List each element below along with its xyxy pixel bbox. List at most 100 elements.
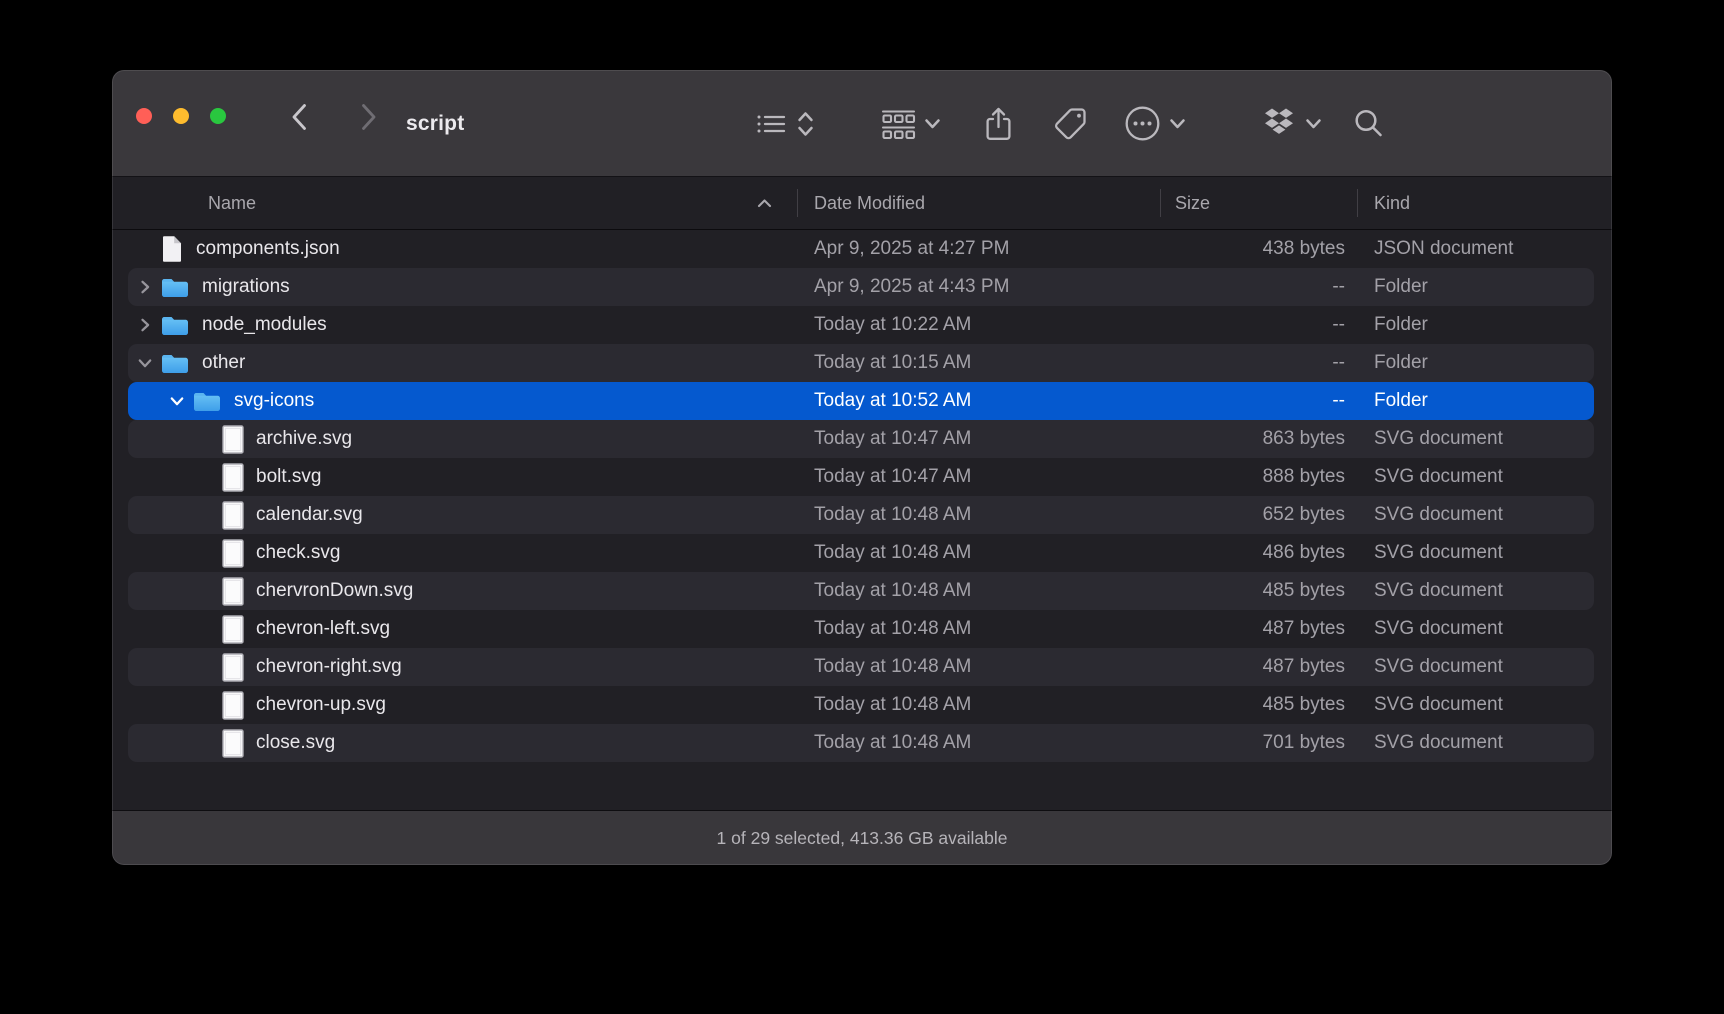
table-row[interactable]: bolt.svg Today at 10:47 AM 888 bytes SVG…: [112, 458, 1612, 496]
file-size: 652 bytes: [1160, 504, 1357, 526]
svg-document-icon: [222, 425, 244, 454]
file-kind: SVG document: [1357, 656, 1612, 678]
file-date-modified: Apr 9, 2025 at 4:27 PM: [797, 238, 1160, 260]
json-document-icon: [160, 235, 184, 264]
file-date-modified: Today at 10:48 AM: [797, 542, 1160, 564]
tags-button[interactable]: [1052, 106, 1089, 141]
title-bar[interactable]: script: [112, 70, 1612, 177]
file-kind: SVG document: [1357, 466, 1612, 488]
file-name: archive.svg: [256, 428, 352, 450]
folder-icon: [160, 351, 190, 375]
search-button[interactable]: [1352, 107, 1385, 140]
file-date-modified: Today at 10:47 AM: [797, 466, 1160, 488]
column-header-name[interactable]: Name: [112, 177, 797, 229]
table-row[interactable]: check.svg Today at 10:48 AM 486 bytes SV…: [112, 534, 1612, 572]
disclosure-triangle[interactable]: [134, 352, 156, 374]
desktop-background: script: [0, 0, 1724, 1014]
table-row[interactable]: close.svg Today at 10:48 AM 701 bytes SV…: [112, 724, 1612, 762]
column-header-kind[interactable]: Kind: [1357, 193, 1612, 214]
column-divider[interactable]: [797, 189, 798, 217]
table-row[interactable]: migrations Apr 9, 2025 at 4:43 PM -- Fol…: [112, 268, 1612, 306]
file-kind: SVG document: [1357, 618, 1612, 640]
forward-button[interactable]: [356, 101, 380, 138]
traffic-lights: [136, 108, 226, 124]
folder-icon: [160, 275, 190, 299]
svg-document-icon: [222, 729, 244, 758]
svg-document-icon: [222, 501, 244, 530]
dropbox-button[interactable]: [1260, 107, 1322, 140]
file-name: components.json: [196, 238, 340, 260]
file-name: check.svg: [256, 542, 340, 564]
table-row[interactable]: svg-icons Today at 10:52 AM -- Folder: [112, 382, 1612, 420]
folder-icon: [192, 389, 222, 413]
chevron-down-icon: [1169, 117, 1186, 130]
table-row[interactable]: calendar.svg Today at 10:48 AM 652 bytes…: [112, 496, 1612, 534]
column-divider[interactable]: [1160, 189, 1161, 217]
disclosure-triangle[interactable]: [134, 238, 156, 260]
file-size: --: [1160, 276, 1357, 298]
sort-chevrons-icon: [795, 108, 816, 140]
file-size: --: [1160, 314, 1357, 336]
chevron-right-icon: [135, 315, 155, 335]
file-date-modified: Today at 10:48 AM: [797, 580, 1160, 602]
list-view-icon: [754, 109, 788, 139]
more-options-button[interactable]: [1123, 104, 1186, 143]
file-name: chevron-left.svg: [256, 618, 390, 640]
file-size: --: [1160, 390, 1357, 412]
status-bar: 1 of 29 selected, 413.36 GB available: [112, 810, 1612, 865]
disclosure-triangle[interactable]: [134, 314, 156, 336]
chevron-down-icon: [167, 391, 187, 411]
file-name: bolt.svg: [256, 466, 321, 488]
file-kind: Folder: [1357, 390, 1612, 412]
svg-document-icon: [222, 577, 244, 606]
file-date-modified: Today at 10:48 AM: [797, 732, 1160, 754]
disclosure-triangle[interactable]: [166, 390, 188, 412]
svg-document-icon: [222, 539, 244, 568]
status-text: 1 of 29 selected, 413.36 GB available: [717, 828, 1008, 849]
table-row[interactable]: components.json Apr 9, 2025 at 4:27 PM 4…: [112, 230, 1612, 268]
svg-document-icon: [222, 615, 244, 644]
zoom-window-button[interactable]: [210, 108, 226, 124]
svg-document-icon: [222, 615, 244, 644]
column-header-size[interactable]: Size: [1160, 193, 1357, 214]
table-row[interactable]: chevron-right.svg Today at 10:48 AM 487 …: [112, 648, 1612, 686]
table-row[interactable]: archive.svg Today at 10:47 AM 863 bytes …: [112, 420, 1612, 458]
column-header-date-modified[interactable]: Date Modified: [797, 193, 1160, 214]
file-list: components.json Apr 9, 2025 at 4:27 PM 4…: [112, 230, 1612, 762]
back-chevron-icon: [288, 101, 312, 133]
table-row[interactable]: chervronDown.svg Today at 10:48 AM 485 b…: [112, 572, 1612, 610]
file-date-modified: Today at 10:48 AM: [797, 694, 1160, 716]
group-by-button[interactable]: [880, 108, 941, 139]
minimize-window-button[interactable]: [173, 108, 189, 124]
column-divider[interactable]: [1357, 189, 1358, 217]
json-document-icon: [160, 235, 184, 264]
svg-document-icon: [222, 691, 244, 720]
group-view-icon: [880, 108, 917, 139]
svg-document-icon: [222, 653, 244, 682]
chevron-down-icon: [1305, 117, 1322, 130]
svg-document-icon: [222, 463, 244, 492]
file-date-modified: Today at 10:15 AM: [797, 352, 1160, 374]
table-row[interactable]: chevron-left.svg Today at 10:48 AM 487 b…: [112, 610, 1612, 648]
view-options-button[interactable]: [754, 108, 816, 140]
file-size: 485 bytes: [1160, 694, 1357, 716]
disclosure-triangle[interactable]: [134, 276, 156, 298]
file-kind: SVG document: [1357, 694, 1612, 716]
folder-icon: [160, 275, 190, 299]
table-row[interactable]: node_modules Today at 10:22 AM -- Folder: [112, 306, 1612, 344]
file-date-modified: Today at 10:48 AM: [797, 656, 1160, 678]
file-name: close.svg: [256, 732, 335, 754]
column-header-row: Name Date Modified Size Kind: [112, 177, 1612, 230]
back-button[interactable]: [288, 101, 312, 138]
file-kind: SVG document: [1357, 504, 1612, 526]
file-kind: Folder: [1357, 314, 1612, 336]
share-button[interactable]: [983, 106, 1014, 142]
table-row[interactable]: other Today at 10:15 AM -- Folder: [112, 344, 1612, 382]
file-size: 701 bytes: [1160, 732, 1357, 754]
file-name: chevron-right.svg: [256, 656, 402, 678]
chevron-right-icon: [135, 277, 155, 297]
folder-icon: [160, 313, 190, 337]
table-row[interactable]: chevron-up.svg Today at 10:48 AM 485 byt…: [112, 686, 1612, 724]
close-window-button[interactable]: [136, 108, 152, 124]
file-kind: Folder: [1357, 352, 1612, 374]
